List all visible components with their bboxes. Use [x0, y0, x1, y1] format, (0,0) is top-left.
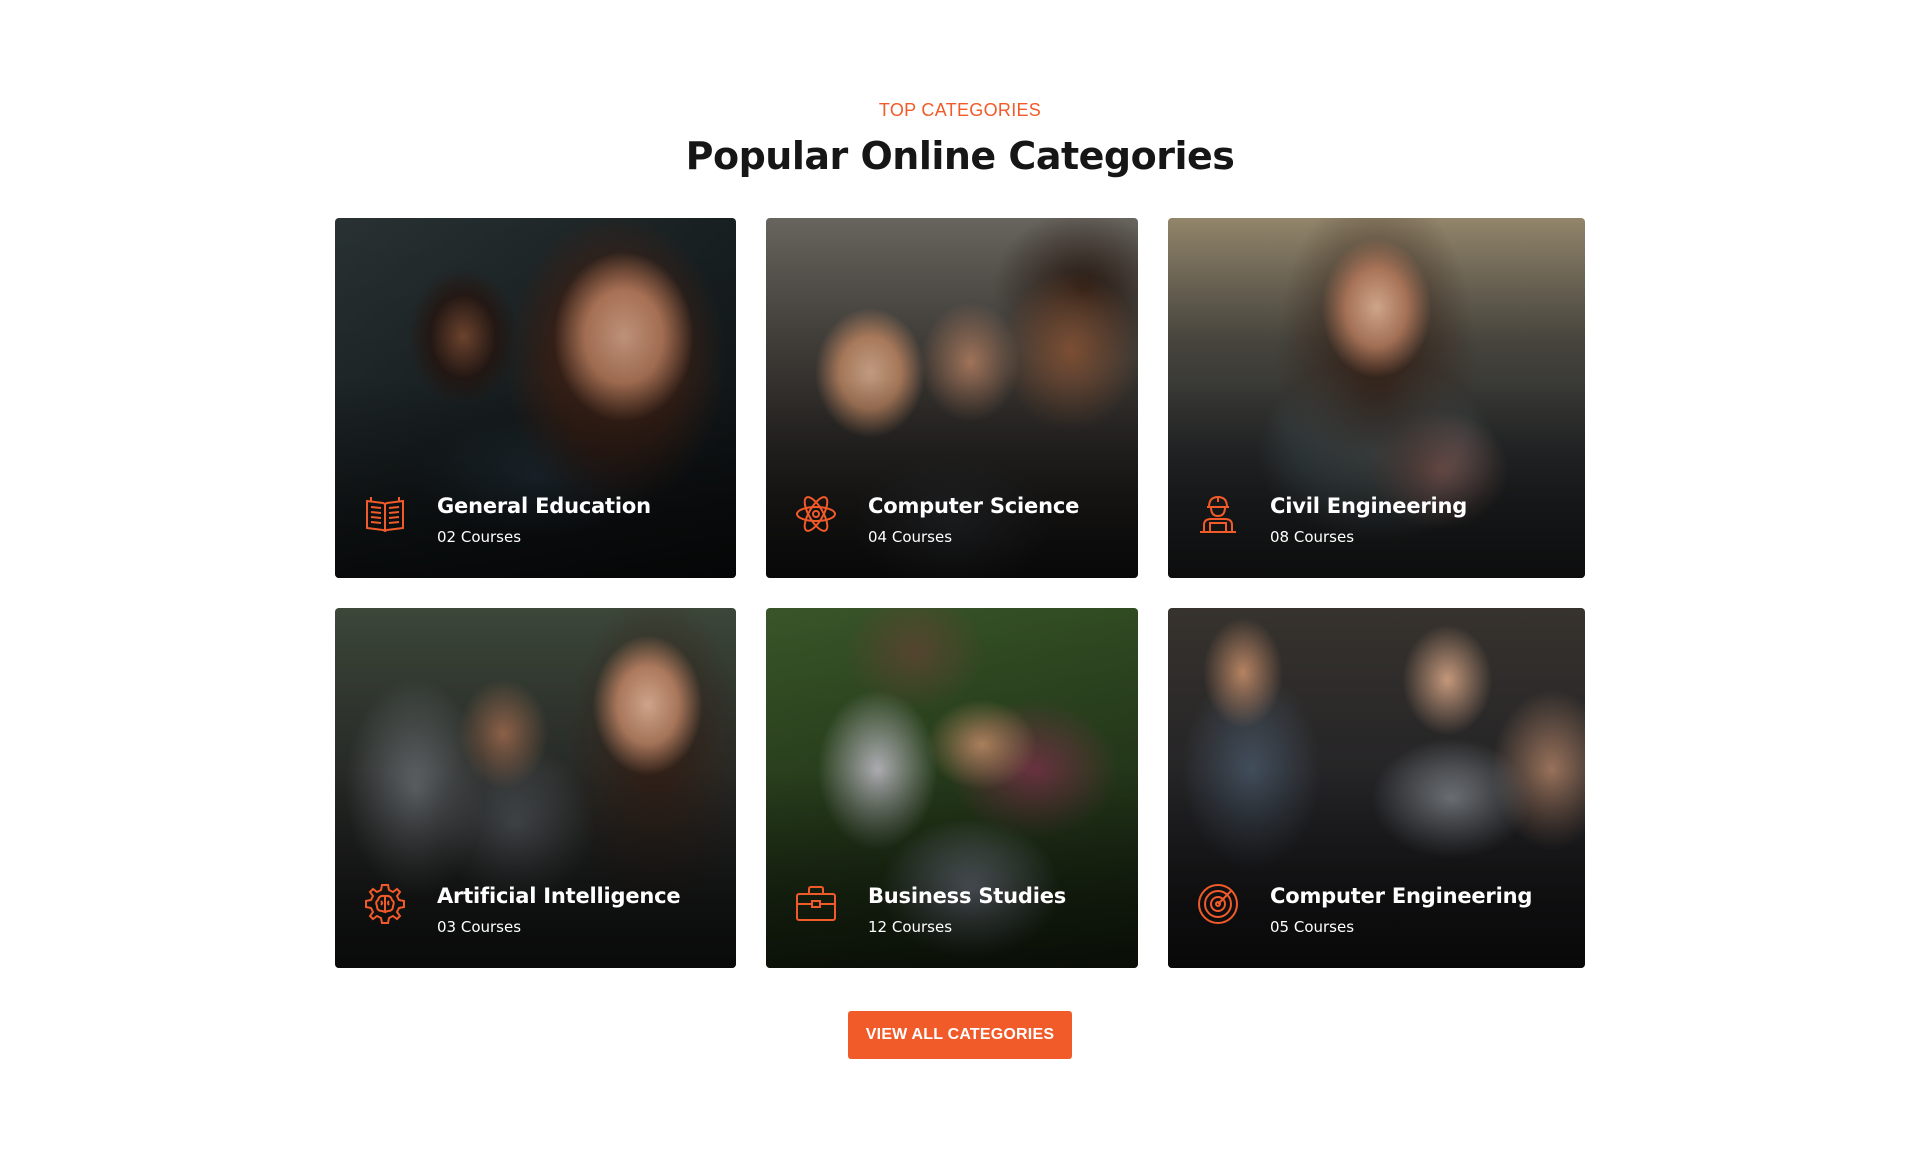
category-course-count: 03 Courses: [437, 918, 522, 936]
open-book-icon: [363, 492, 407, 536]
target-icon: [1196, 882, 1240, 926]
category-card-civil-engineering[interactable]: Civil Engineering 08 Courses: [1168, 218, 1585, 578]
category-card-general-education[interactable]: General Education 02 Courses: [335, 218, 736, 578]
engineer-icon: [1196, 492, 1240, 536]
section-eyebrow: TOP CATEGORIES: [878, 100, 1042, 120]
category-course-count: 12 Courses: [868, 918, 953, 936]
category-course-count: 05 Courses: [1270, 918, 1355, 936]
brain-gear-icon: [363, 882, 407, 926]
view-all-categories-button[interactable]: VIEW ALL CATEGORIES: [848, 1011, 1072, 1059]
category-card-computer-engineering[interactable]: Computer Engineering 05 Courses: [1168, 608, 1585, 968]
category-course-count: 04 Courses: [868, 528, 953, 546]
category-name: General Education: [437, 494, 651, 518]
category-name: Civil Engineering: [1270, 494, 1468, 518]
category-card-computer-science[interactable]: Computer Science 04 Courses: [766, 218, 1138, 578]
atom-icon: [794, 492, 838, 536]
category-name: Computer Science: [868, 494, 1080, 518]
briefcase-icon: [794, 882, 838, 926]
category-card-artificial-intelligence[interactable]: Artificial Intelligence 03 Courses: [335, 608, 736, 968]
category-course-count: 08 Courses: [1270, 528, 1355, 546]
category-name: Artificial Intelligence: [437, 884, 681, 908]
category-name: Business Studies: [868, 884, 1067, 908]
category-card-business-studies[interactable]: Business Studies 12 Courses: [766, 608, 1138, 968]
section-title: Popular Online Categories: [685, 134, 1235, 178]
category-name: Computer Engineering: [1270, 884, 1533, 908]
category-course-count: 02 Courses: [437, 528, 522, 546]
